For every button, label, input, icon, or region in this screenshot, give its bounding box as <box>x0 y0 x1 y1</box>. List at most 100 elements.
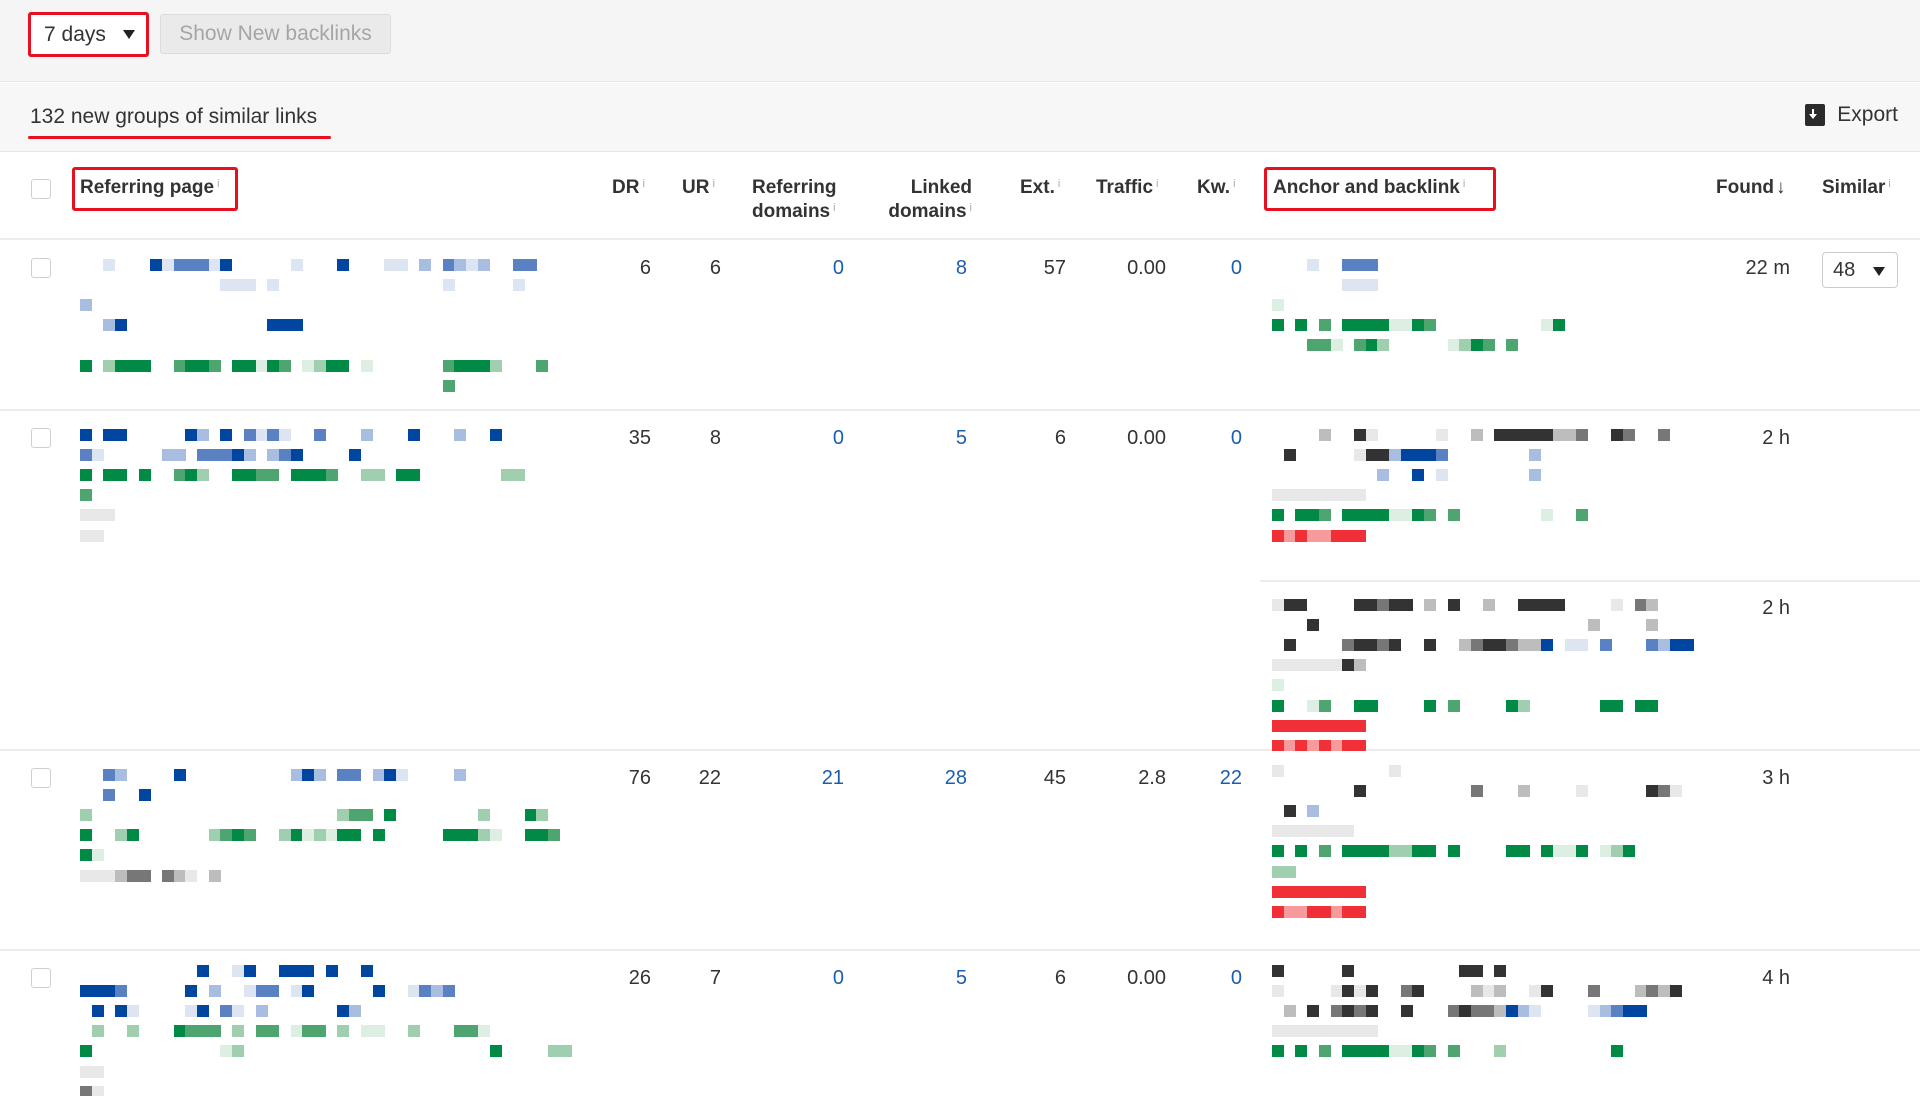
redaction-block <box>1272 845 1284 858</box>
redaction-block <box>1389 765 1401 777</box>
redaction-block <box>1307 885 1320 898</box>
info-icon[interactable]: i <box>712 178 714 190</box>
redaction-block <box>185 985 198 998</box>
redaction-block <box>1377 639 1390 652</box>
similar-count-select[interactable]: 48 <box>1822 252 1898 288</box>
redaction-block <box>1353 509 1366 522</box>
referring-domains-link[interactable]: 0 <box>833 427 844 450</box>
info-icon[interactable]: i <box>1233 178 1235 190</box>
redaction-block <box>1330 489 1343 502</box>
redaction-block <box>1412 509 1425 522</box>
linked-domains-link[interactable]: 5 <box>956 427 967 450</box>
redaction-block <box>173 869 186 882</box>
info-icon[interactable]: i <box>970 202 972 214</box>
redaction-block <box>290 449 303 462</box>
redaction-block <box>1669 785 1682 798</box>
redaction-block <box>489 829 502 842</box>
col-similar[interactable]: Similar i <box>1822 176 1891 200</box>
info-icon[interactable]: i <box>217 178 219 190</box>
redaction-block <box>255 469 268 482</box>
col-found[interactable]: Found ↓ <box>1716 176 1786 200</box>
redaction-block <box>349 1005 362 1018</box>
redaction-block <box>1307 805 1320 818</box>
redaction-block <box>1517 845 1530 858</box>
row-checkbox[interactable] <box>31 768 51 788</box>
keywords-link[interactable]: 22 <box>1220 767 1242 790</box>
redaction-block <box>91 529 104 542</box>
select-all-checkbox[interactable] <box>31 179 51 199</box>
referring-domains-link[interactable]: 0 <box>833 257 844 280</box>
redaction-block <box>1494 639 1507 652</box>
redaction-block <box>1506 845 1518 858</box>
col-label: UR <box>682 177 710 198</box>
col-traffic[interactable]: Traffic i <box>1096 176 1158 200</box>
redaction-block <box>1330 885 1343 898</box>
redaction-block <box>1611 599 1624 611</box>
info-icon[interactable]: i <box>1463 178 1465 190</box>
col-linked-domains[interactable]: Linked domains i <box>872 176 972 224</box>
keywords-link[interactable]: 0 <box>1231 967 1242 990</box>
redaction-block <box>290 469 303 482</box>
redaction-block <box>126 359 139 372</box>
info-icon[interactable]: i <box>1058 178 1060 190</box>
redaction-block <box>314 829 326 842</box>
col-anchor-and-backlink[interactable]: Anchor and backlink i <box>1273 176 1465 200</box>
redaction-block <box>360 469 373 482</box>
redaction-block <box>1353 719 1366 732</box>
info-icon[interactable]: i <box>1156 178 1158 190</box>
redaction-block <box>1517 429 1530 441</box>
col-referring-domains[interactable]: Referring domains i <box>752 176 836 224</box>
redaction-block <box>1634 599 1647 611</box>
redaction-block <box>1447 1005 1460 1018</box>
redaction-block <box>115 769 128 781</box>
redaction-block <box>1353 599 1366 611</box>
redaction-block <box>267 985 280 998</box>
redaction-block <box>1412 319 1425 332</box>
redaction-block <box>302 965 315 977</box>
redaction-block <box>384 259 397 271</box>
referring-domains-link[interactable]: 21 <box>822 767 844 790</box>
col-kw[interactable]: Kw. i <box>1197 176 1236 200</box>
redaction-block <box>349 809 362 822</box>
redaction-block <box>1377 845 1390 858</box>
referring-domains-link[interactable]: 0 <box>833 967 844 990</box>
info-icon[interactable]: i <box>642 178 644 190</box>
redaction-block <box>1576 845 1589 858</box>
redaction-block <box>232 829 245 842</box>
redaction-block <box>431 985 443 998</box>
linked-domains-link[interactable]: 28 <box>945 767 967 790</box>
toolbar: 7 days Show New backlinks <box>0 0 1920 82</box>
caret-down-icon <box>123 30 135 39</box>
redaction-block <box>1318 845 1331 858</box>
linked-domains-link[interactable]: 5 <box>956 967 967 990</box>
col-dr[interactable]: DR i <box>612 176 645 200</box>
redaction-block <box>337 359 350 372</box>
info-icon[interactable]: i <box>833 202 835 214</box>
period-select[interactable]: 7 days <box>28 12 149 57</box>
show-new-backlinks-button[interactable]: Show New backlinks <box>160 14 391 54</box>
redaction-block <box>197 1025 209 1038</box>
redaction-block <box>384 769 397 781</box>
redaction-block <box>489 1045 502 1058</box>
keywords-link[interactable]: 0 <box>1231 427 1242 450</box>
redaction-block <box>1353 1005 1366 1018</box>
col-ur[interactable]: UR i <box>682 176 715 200</box>
row-checkbox[interactable] <box>31 258 51 278</box>
summary-bar: 132 new groups of similar links Export <box>0 83 1920 152</box>
redaction-block <box>1353 279 1366 292</box>
redaction-block <box>1353 905 1366 918</box>
redaction-block <box>1318 489 1331 502</box>
col-referring-page[interactable]: Referring page i <box>80 176 220 200</box>
redaction-block <box>1365 279 1378 292</box>
linked-domains-link[interactable]: 8 <box>956 257 967 280</box>
col-label: DR <box>612 177 640 198</box>
row-checkbox[interactable] <box>31 428 51 448</box>
info-icon[interactable]: i <box>1888 178 1890 190</box>
redaction-block <box>1342 825 1355 838</box>
row-checkbox[interactable] <box>31 968 51 988</box>
redaction-block <box>1307 1025 1320 1038</box>
col-ext[interactable]: Ext. i <box>1020 176 1060 200</box>
export-button[interactable]: Export <box>1805 103 1898 127</box>
redaction-block <box>115 869 128 882</box>
keywords-link[interactable]: 0 <box>1231 257 1242 280</box>
